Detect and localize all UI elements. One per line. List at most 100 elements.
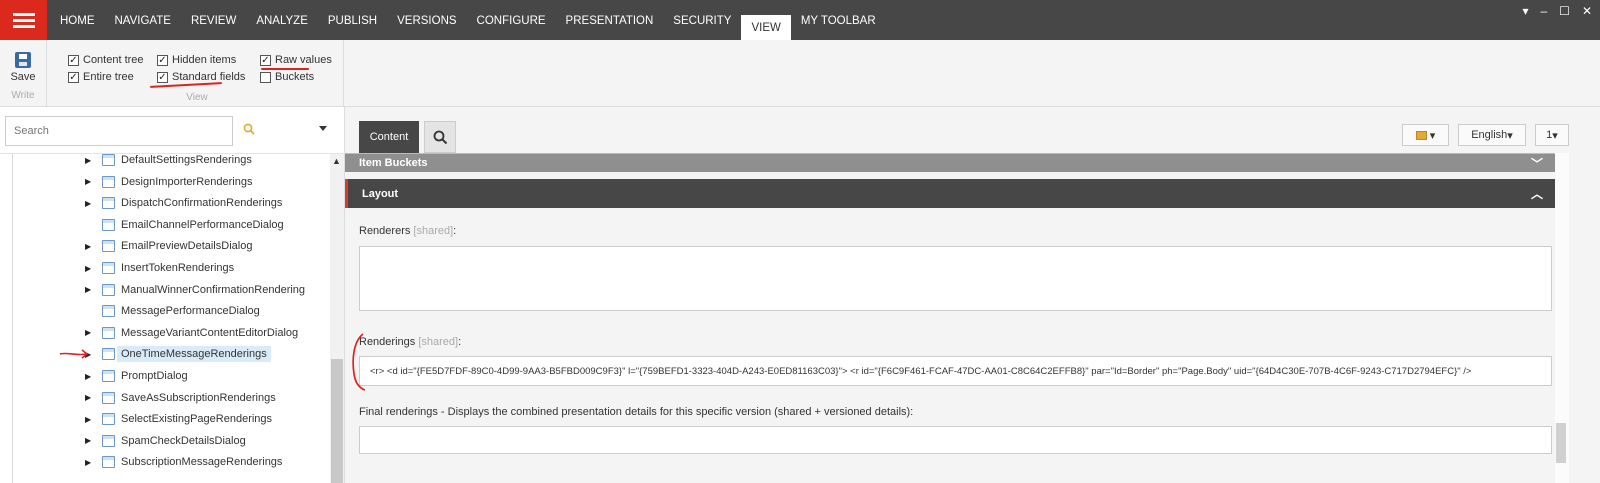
tree-node[interactable]: ▶ PromptDialog bbox=[85, 367, 188, 385]
scrollbar-thumb[interactable] bbox=[331, 359, 343, 483]
tree-node-label[interactable]: SaveAsSubscriptionRenderings bbox=[121, 392, 276, 404]
top-navigation-bar: HOME NAVIGATE REVIEW ANALYZE PUBLISH VER… bbox=[0, 0, 1600, 40]
tree-node[interactable]: ▶ DispatchConfirmationRenderings bbox=[85, 194, 282, 212]
hamburger-menu-button[interactable] bbox=[0, 0, 47, 40]
tree-node-label[interactable]: MessageVariantContentEditorDialog bbox=[121, 327, 298, 339]
tree-node-label[interactable]: DesignImporterRenderings bbox=[121, 176, 252, 188]
tree-node-label[interactable]: DefaultSettingsRenderings bbox=[121, 154, 252, 166]
tree-node[interactable]: ▶ DefaultSettingsRenderings bbox=[85, 154, 252, 169]
search-input[interactable] bbox=[6, 117, 232, 145]
expand-arrow-icon[interactable]: ▶ bbox=[85, 393, 97, 402]
chevron-up-icon[interactable]: ︿ bbox=[1531, 185, 1543, 202]
tree-node[interactable]: ▶ MessageVariantContentEditorDialog bbox=[85, 324, 298, 342]
tree-node[interactable]: ▶ ManualWinnerConfirmationRendering bbox=[85, 281, 305, 299]
item-icon bbox=[102, 434, 115, 447]
tree-node[interactable]: ▶ EmailPreviewDetailsDialog bbox=[85, 237, 252, 255]
tree-node[interactable]: ▶ SaveAsSubscriptionRenderings bbox=[85, 389, 276, 407]
navigate-image-button[interactable]: ▾ bbox=[1402, 124, 1449, 146]
search-icon[interactable] bbox=[243, 123, 255, 135]
tree-node-label[interactable]: MessagePerformanceDialog bbox=[121, 305, 260, 317]
maximize-icon[interactable]: ☐ bbox=[1559, 4, 1570, 18]
tree-node[interactable]: ▶ SpamCheckDetailsDialog bbox=[85, 432, 246, 450]
search-options-dropdown-icon[interactable] bbox=[319, 126, 327, 131]
tree-node-label[interactable]: EmailChannelPerformanceDialog bbox=[121, 219, 284, 231]
expand-arrow-icon[interactable]: ▶ bbox=[85, 372, 97, 381]
editor-scrollbar[interactable] bbox=[1555, 153, 1569, 483]
entire-tree-checkbox[interactable]: ✓ Entire tree bbox=[68, 71, 134, 83]
tree-guide-line bbox=[12, 154, 13, 483]
tree-node-label[interactable]: SelectExistingPageRenderings bbox=[121, 413, 272, 425]
checkbox-label: Hidden items bbox=[172, 54, 237, 66]
item-icon bbox=[102, 305, 115, 318]
shared-tag: [shared] bbox=[418, 336, 459, 348]
tree-node[interactable]: ▶ OneTimeMessageRenderings bbox=[85, 345, 271, 363]
tree-node[interactable]: MessagePerformanceDialog bbox=[85, 302, 260, 320]
renderers-field-label: Renderers [shared]: bbox=[359, 225, 457, 237]
tree-node[interactable]: ▶ DesignImporterRenderings bbox=[85, 173, 252, 191]
tab-my-toolbar[interactable]: MY TOOLBAR bbox=[791, 0, 886, 40]
scroll-up-icon[interactable]: ▲ bbox=[332, 156, 341, 166]
expand-arrow-icon[interactable]: ▶ bbox=[85, 264, 97, 273]
expand-arrow-icon[interactable]: ▶ bbox=[85, 199, 97, 208]
section-item-buckets[interactable]: Item Buckets ﹀ bbox=[345, 154, 1555, 172]
fields-area: Item Buckets ﹀ Layout ︿ Renderers [share… bbox=[345, 153, 1555, 483]
close-icon[interactable]: ✕ bbox=[1582, 4, 1592, 18]
section-layout[interactable]: Layout ︿ bbox=[345, 179, 1555, 208]
tree-node-label[interactable]: InsertTokenRenderings bbox=[121, 262, 234, 274]
language-selector[interactable]: English ▾ bbox=[1458, 124, 1526, 146]
raw-values-checkbox[interactable]: ✓ Raw values bbox=[260, 54, 332, 66]
dropdown-icon[interactable]: ▾ bbox=[1522, 4, 1528, 18]
minimize-icon[interactable]: – bbox=[1540, 4, 1547, 18]
item-icon bbox=[102, 283, 115, 296]
image-icon bbox=[1415, 130, 1427, 140]
tree-node-label[interactable]: OneTimeMessageRenderings bbox=[117, 346, 271, 363]
tab-versions[interactable]: VERSIONS bbox=[387, 0, 466, 40]
item-icon bbox=[102, 154, 115, 166]
tree-node[interactable]: EmailChannelPerformanceDialog bbox=[85, 216, 284, 234]
tree-node-label[interactable]: SubscriptionMessageRenderings bbox=[121, 456, 282, 468]
tab-security[interactable]: SECURITY bbox=[663, 0, 741, 40]
expand-arrow-icon[interactable]: ▶ bbox=[85, 242, 97, 251]
tab-view[interactable]: VIEW bbox=[741, 15, 791, 40]
tab-content[interactable]: Content bbox=[359, 121, 419, 153]
expand-arrow-icon[interactable]: ▶ bbox=[85, 458, 97, 467]
final-renderings-field[interactable] bbox=[359, 426, 1552, 454]
checkbox-checked-icon: ✓ bbox=[157, 71, 168, 83]
tab-home[interactable]: HOME bbox=[50, 0, 105, 40]
expand-arrow-icon[interactable]: ▶ bbox=[85, 415, 97, 424]
tab-review[interactable]: REVIEW bbox=[181, 0, 246, 40]
tree-node-label[interactable]: EmailPreviewDetailsDialog bbox=[121, 240, 252, 252]
tree-node[interactable]: ▶ InsertTokenRenderings bbox=[85, 259, 234, 277]
expand-arrow-icon[interactable]: ▶ bbox=[85, 436, 97, 445]
renderings-raw-value-field[interactable]: <r> <d id="{FE5D7FDF-89C0-4D99-9AA3-B5FB… bbox=[359, 356, 1552, 386]
save-icon[interactable] bbox=[15, 52, 31, 68]
tree-node-label[interactable]: SpamCheckDetailsDialog bbox=[121, 435, 246, 447]
renderers-field[interactable] bbox=[359, 246, 1552, 311]
tab-publish[interactable]: PUBLISH bbox=[318, 0, 387, 40]
tab-navigate[interactable]: NAVIGATE bbox=[105, 0, 181, 40]
standard-fields-checkbox[interactable]: ✓ Standard fields bbox=[157, 71, 245, 83]
tree-node-label[interactable]: ManualWinnerConfirmationRendering bbox=[121, 284, 305, 296]
tab-analyze[interactable]: ANALYZE bbox=[246, 0, 318, 40]
expand-arrow-icon[interactable]: ▶ bbox=[85, 328, 97, 337]
tree-node[interactable]: ▶ SelectExistingPageRenderings bbox=[85, 410, 272, 428]
tree-node-label[interactable]: DispatchConfirmationRenderings bbox=[121, 197, 282, 209]
save-button[interactable]: Save bbox=[0, 71, 46, 83]
scrollbar-thumb[interactable] bbox=[1556, 423, 1566, 463]
tree-node-label[interactable]: PromptDialog bbox=[121, 370, 188, 382]
hidden-items-checkbox[interactable]: ✓ Hidden items bbox=[157, 54, 236, 66]
version-selector[interactable]: 1 ▾ bbox=[1535, 124, 1569, 146]
checkbox-checked-icon: ✓ bbox=[157, 54, 168, 66]
expand-arrow-icon[interactable]: ▶ bbox=[85, 285, 97, 294]
tab-configure[interactable]: CONFIGURE bbox=[467, 0, 556, 40]
tree-node[interactable]: ▶ SubscriptionMessageRenderings bbox=[85, 453, 282, 471]
tab-presentation[interactable]: PRESENTATION bbox=[556, 0, 664, 40]
buckets-checkbox[interactable]: Buckets bbox=[260, 71, 314, 83]
search-tab-button[interactable] bbox=[424, 121, 456, 153]
expand-arrow-icon[interactable]: ▶ bbox=[85, 156, 97, 165]
content-tree-checkbox[interactable]: ✓ Content tree bbox=[68, 54, 144, 66]
tree-scrollbar[interactable]: ▲ bbox=[330, 154, 344, 483]
expand-arrow-icon[interactable]: ▶ bbox=[85, 177, 97, 186]
annotation-arrow bbox=[59, 349, 89, 359]
chevron-down-icon[interactable]: ﹀ bbox=[1531, 155, 1543, 172]
